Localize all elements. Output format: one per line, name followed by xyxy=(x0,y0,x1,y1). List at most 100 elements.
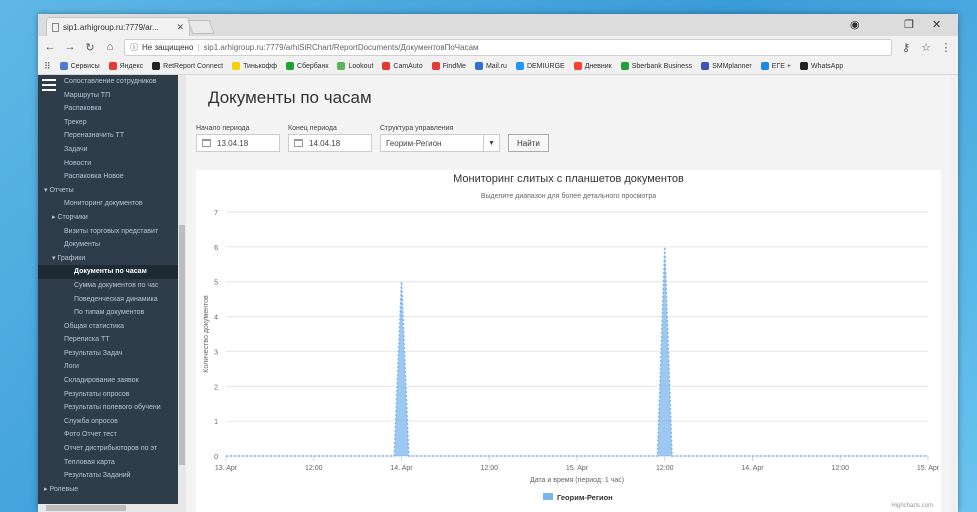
bookmark-item[interactable]: Тинькофф xyxy=(232,62,277,70)
sidebar-item[interactable]: Сопоставление сотрудников xyxy=(38,75,178,89)
hamburger-icon[interactable] xyxy=(42,79,56,94)
legend-label[interactable]: Георим-Регион xyxy=(557,493,613,502)
sidebar-item[interactable]: Результаты опросов xyxy=(38,388,178,402)
bookmark-item[interactable]: Яндекс xyxy=(108,62,143,70)
bookmark-item[interactable]: DEMIURGE xyxy=(515,62,565,70)
sidebar-item[interactable]: Визиты торговых представит xyxy=(38,225,178,239)
star-icon[interactable]: ☆ xyxy=(920,41,932,54)
chart-svg[interactable]: 0 1 2 3 4 5 6 7 13. Apr 12:00 14. Apr 12:00 15. Apr 1… xyxy=(196,170,941,512)
sidebar-item[interactable]: Результаты полевого обучени xyxy=(38,401,178,415)
bookmark-item[interactable]: Сервисы xyxy=(59,62,100,70)
sidebar: Сопоставление сотрудников Маршруты ТП Расп… xyxy=(38,75,186,512)
start-date-group: Начало периода 13.04.18 xyxy=(196,125,280,152)
sidebar-scrollbar[interactable] xyxy=(178,75,186,512)
sidebar-item[interactable]: Логи xyxy=(38,360,178,374)
bookmark-label: Тинькофф xyxy=(243,62,278,70)
close-tab-icon[interactable]: ✕ xyxy=(176,22,184,33)
sidebar-item[interactable]: Задачи xyxy=(38,143,178,157)
sidebar-item[interactable]: Распаковка Новое xyxy=(38,170,178,184)
chevron-down-icon[interactable]: ▼ xyxy=(483,135,499,151)
bookmark-item[interactable]: FindMe xyxy=(431,62,466,70)
filter-bar: Начало периода 13.04.18 Конец периода 14… xyxy=(196,125,549,152)
app-body: Сопоставление сотрудников Маршруты ТП Расп… xyxy=(38,75,958,512)
y-tick-label: 6 xyxy=(214,245,218,252)
end-date-label: Конец периода xyxy=(288,125,337,132)
sidebar-item[interactable]: Переписка ТТ xyxy=(38,333,178,347)
sidebar-item[interactable]: Распаковка xyxy=(38,102,178,116)
browser-tab[interactable]: sip1.arhigroup.ru:7779/ar... ✕ xyxy=(46,17,190,36)
back-icon[interactable]: ← xyxy=(44,41,56,53)
sidebar-item[interactable]: Тепловая карта xyxy=(38,456,178,470)
sidebar-item[interactable]: ▾ Графики xyxy=(38,252,178,266)
find-button[interactable]: Найти xyxy=(508,134,549,152)
start-date-value: 13.04.18 xyxy=(217,138,249,148)
bookmark-icon xyxy=(573,62,582,70)
sidebar-item[interactable]: Переназначить ТТ xyxy=(38,129,178,143)
y-tick-label: 5 xyxy=(214,280,218,287)
structure-select[interactable]: Георим-Регион ▼ xyxy=(380,134,500,152)
sidebar-item[interactable]: Отчет дистрибьюторов по эт xyxy=(38,442,178,456)
sidebar-item[interactable]: Документы по часам xyxy=(38,265,178,279)
key-icon[interactable]: ⚷ xyxy=(900,41,912,54)
account-icon[interactable]: ◉ xyxy=(850,18,860,31)
x-axis-title: Дата и время (период: 1 час) xyxy=(530,477,624,484)
start-date-label: Начало периода xyxy=(196,125,250,132)
bookmark-item[interactable]: Дневник xyxy=(573,62,612,70)
new-tab-button[interactable] xyxy=(187,20,215,34)
menu-icon[interactable]: ⋮ xyxy=(940,41,952,54)
sidebar-item[interactable]: ▾ Отчеты xyxy=(38,184,178,198)
sidebar-item[interactable]: Результаты Задач xyxy=(38,347,178,361)
restore-window-icon[interactable]: ❐ xyxy=(904,18,914,31)
sidebar-scroll-thumb[interactable] xyxy=(179,225,185,465)
calendar-icon xyxy=(294,139,303,147)
sidebar-item[interactable]: Новости xyxy=(38,157,178,171)
sidebar-item[interactable]: Документы xyxy=(38,238,178,252)
bookmark-item[interactable]: RetReport Connect xyxy=(152,62,223,70)
bookmark-item[interactable]: WhatsApp xyxy=(799,62,843,70)
sidebar-item[interactable]: По типам документов xyxy=(38,306,178,320)
bookmark-label: CamAuto xyxy=(393,62,423,70)
start-date-input[interactable]: 13.04.18 xyxy=(196,134,280,152)
sidebar-item[interactable]: Сумма документов по час xyxy=(38,279,178,293)
sidebar-item[interactable]: Трекер xyxy=(38,116,178,130)
close-window-icon[interactable]: ✕ xyxy=(932,18,941,31)
forward-icon[interactable]: → xyxy=(64,41,76,53)
y-tick-label: 3 xyxy=(214,349,218,356)
chart-credit[interactable]: Highcharts.com xyxy=(891,503,933,509)
x-tick-label: 15. Apr xyxy=(566,465,589,472)
bookmark-item[interactable]: CamAuto xyxy=(382,62,423,70)
bookmark-item[interactable]: ЕГЕ + xyxy=(760,62,791,70)
bookmark-item[interactable]: SMMplanner xyxy=(701,62,752,70)
bookmark-item[interactable]: Lookout xyxy=(337,62,373,70)
legend-swatch[interactable] xyxy=(543,493,553,500)
reload-icon[interactable]: ↻ xyxy=(84,41,96,54)
sidebar-item[interactable]: Маршруты ТП xyxy=(38,89,178,103)
sidebar-item[interactable]: Результаты Заданий xyxy=(38,469,178,483)
sidebar-item[interactable]: ▸ Ролевые xyxy=(38,483,178,497)
main-content: Документы по часам Начало периода 13.04.… xyxy=(186,75,958,512)
sidebar-item[interactable]: Общая статистика xyxy=(38,320,178,334)
home-icon[interactable]: ⌂ xyxy=(104,41,116,53)
sidebar-hscroll-thumb[interactable] xyxy=(46,505,126,511)
sidebar-hscrollbar[interactable] xyxy=(38,504,186,512)
x-tick-label: 14. Apr xyxy=(390,465,413,472)
sidebar-item[interactable]: Служба опросов xyxy=(38,415,178,429)
bookmark-icon xyxy=(337,62,346,70)
sidebar-item[interactable]: Мониторинг документов xyxy=(38,197,178,211)
chart-container[interactable]: Мониторинг слитых с планшетов документов… xyxy=(196,170,941,512)
sidebar-item[interactable]: Поведенческая динамика xyxy=(38,293,178,307)
bookmark-icon xyxy=(59,62,68,70)
bookmark-item[interactable]: Сбербанк xyxy=(286,62,328,70)
bookmark-label: ЕГЕ + xyxy=(771,62,791,70)
bookmark-item[interactable]: Sberbank Business xyxy=(620,62,692,70)
bookmark-label: RetReport Connect xyxy=(163,62,224,70)
y-axis-title: Количество документов xyxy=(203,295,210,373)
page-scrollbar[interactable] xyxy=(950,75,958,512)
sidebar-item[interactable]: Фото Отчет тест xyxy=(38,428,178,442)
bookmark-item[interactable]: Mail.ru xyxy=(474,62,507,70)
sidebar-item[interactable]: Складирование заявок xyxy=(38,374,178,388)
apps-icon[interactable]: ⠿ xyxy=(44,61,51,72)
url-field[interactable]: ⓘ Не защищено | sip1.arhigroup.ru:7779/a… xyxy=(124,38,892,56)
end-date-input[interactable]: 14.04.18 xyxy=(288,134,372,152)
sidebar-item[interactable]: ▸ Сторчики xyxy=(38,211,178,225)
